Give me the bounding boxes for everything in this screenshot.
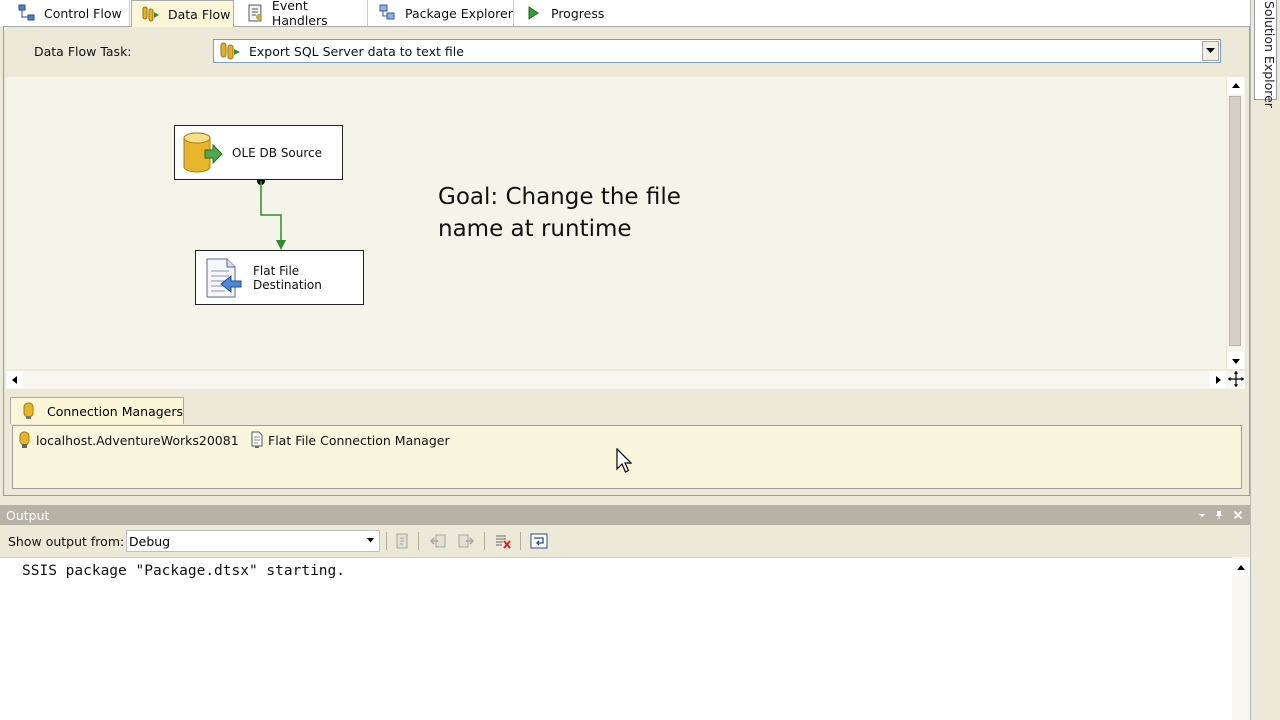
chevron-down-icon <box>1206 48 1215 53</box>
clear-all-button[interactable] <box>493 531 513 551</box>
scroll-right-button[interactable] <box>1209 371 1226 388</box>
dropdown-arrow-button[interactable] <box>363 532 378 550</box>
scroll-down-button[interactable] <box>1227 352 1244 369</box>
toolbar-separator <box>484 532 485 550</box>
connection-item-adventureworks[interactable]: localhost.AdventureWorks20081 <box>17 431 239 449</box>
chevron-down-icon <box>367 538 374 543</box>
component-label-line1: Flat File <box>253 263 300 278</box>
flat-file-destination-component[interactable]: Flat File Destination <box>195 250 364 305</box>
chevron-down-icon <box>1199 514 1205 517</box>
tab-data-flow[interactable]: Data Flow <box>131 0 234 27</box>
task-label: Data Flow Task: <box>34 44 132 59</box>
progress-arrow-icon <box>528 6 539 20</box>
toggle-word-wrap-button[interactable] <box>529 531 549 551</box>
flat-file-icon <box>206 258 242 297</box>
dropdown-arrow-button[interactable] <box>1202 41 1219 61</box>
arrow-up-icon <box>1231 82 1240 88</box>
output-title: Output <box>6 507 50 523</box>
canvas-vertical-scrollbar[interactable] <box>1227 77 1245 369</box>
connection-item-flat-file[interactable]: Flat File Connection Manager <box>249 431 450 449</box>
database-cylinder-icon <box>183 132 223 172</box>
arrow-left-icon <box>11 375 17 384</box>
annotation-line1: Goal: Change the file <box>438 184 681 210</box>
scroll-up-button[interactable] <box>1227 77 1244 94</box>
find-message-in-code-button[interactable] <box>392 531 412 551</box>
tab-label: Progress <box>551 5 605 21</box>
tab-event-handlers[interactable]: Event Handlers <box>236 0 368 28</box>
task-selector-bar: Data Flow Task: Export SQL Server data t… <box>4 27 1249 75</box>
ole-db-source-component[interactable]: OLE DB Source <box>174 125 343 180</box>
output-line: SSIS package "Package.dtsx" starting. <box>22 563 346 579</box>
go-next-icon <box>458 534 475 548</box>
arrow-right-icon <box>1215 375 1221 384</box>
control-flow-icon <box>18 4 35 21</box>
toolbar-separator <box>520 532 521 550</box>
component-label: OLE DB Source <box>232 145 323 160</box>
designer-tab-strip: Control Flow Data Flow Event Handlers Pa… <box>0 0 1250 28</box>
tab-progress[interactable]: Progress <box>515 0 625 26</box>
arrow-up-icon <box>1236 564 1245 570</box>
show-output-label: Show output from: <box>8 534 125 549</box>
output-window-titlebar: Output <box>0 505 1250 525</box>
tab-label: Package Explorer <box>405 5 513 21</box>
event-handlers-icon <box>248 4 262 22</box>
pin-icon <box>1216 511 1222 519</box>
data-flow-designer: Data Flow Task: Export SQL Server data t… <box>3 26 1250 496</box>
close-output-button[interactable] <box>1231 508 1245 522</box>
solution-explorer-label: Solution Explorer <box>1262 1 1277 108</box>
scroll-up-button[interactable] <box>1232 559 1249 576</box>
close-icon <box>1233 510 1243 520</box>
toolbar-separator <box>386 532 387 550</box>
scroll-left-button[interactable] <box>6 371 23 388</box>
canvas-horizontal-scrollbar[interactable] <box>6 371 1227 389</box>
scroll-thumb[interactable] <box>1229 96 1241 346</box>
component-label-line2: Destination <box>253 277 322 292</box>
file-connection-icon <box>251 431 263 448</box>
solution-explorer-tab[interactable]: Solution Explorer <box>1254 0 1277 108</box>
annotation-text[interactable]: Goal: Change the file name at runtime <box>438 181 738 245</box>
output-text-area[interactable]: SSIS package "Package.dtsx" starting. <box>0 557 1232 720</box>
word-wrap-icon <box>530 533 548 549</box>
output-source-dropdown[interactable]: Debug <box>126 530 380 552</box>
tab-label: Control Flow <box>44 5 122 21</box>
clear-all-icon <box>496 535 511 549</box>
data-flow-icon <box>142 6 159 22</box>
tab-label: Event Handlers <box>271 0 328 28</box>
arrow-down-icon <box>1231 358 1240 364</box>
tab-package-explorer[interactable]: Package Explorer <box>369 0 514 26</box>
output-toolbar: Show output from: Debug <box>0 525 1250 557</box>
db-connection-icon <box>19 431 30 448</box>
data-flow-task-icon <box>220 42 240 60</box>
output-vertical-scrollbar[interactable] <box>1232 557 1250 720</box>
tab-label: Data Flow <box>168 6 231 22</box>
next-message-button[interactable] <box>456 531 476 551</box>
package-explorer-icon <box>379 4 395 20</box>
component-label: Flat File Destination <box>253 264 322 292</box>
connection-label: Flat File Connection Manager <box>268 432 450 448</box>
connection-label: localhost.AdventureWorks20081 <box>36 432 239 448</box>
autohide-pin-button[interactable] <box>1212 508 1226 522</box>
right-autohide-strip: Solution Explorer <box>1250 0 1280 720</box>
output-source-value: Debug <box>129 533 171 549</box>
tab-control-flow[interactable]: Control Flow <box>8 0 130 26</box>
toolbar-separator <box>418 532 419 550</box>
selected-task-text: Export SQL Server data to text file <box>249 43 464 59</box>
move-cursor-icon <box>1226 369 1246 389</box>
go-previous-icon <box>429 534 446 548</box>
annotation-line2: name at runtime <box>438 216 632 242</box>
data-flow-task-dropdown[interactable]: Export SQL Server data to text file <box>213 39 1221 63</box>
previous-message-button[interactable] <box>428 531 448 551</box>
mouse-pointer-icon <box>616 448 632 473</box>
goto-code-icon <box>396 533 408 549</box>
design-canvas[interactable]: OLE DB Source Flat File Destination Goal… <box>6 77 1226 369</box>
tab-label: Connection Managers <box>47 403 184 419</box>
window-position-button[interactable] <box>1195 508 1209 522</box>
connection-manager-icon <box>23 402 34 419</box>
tab-connection-managers[interactable]: Connection Managers <box>10 397 184 424</box>
